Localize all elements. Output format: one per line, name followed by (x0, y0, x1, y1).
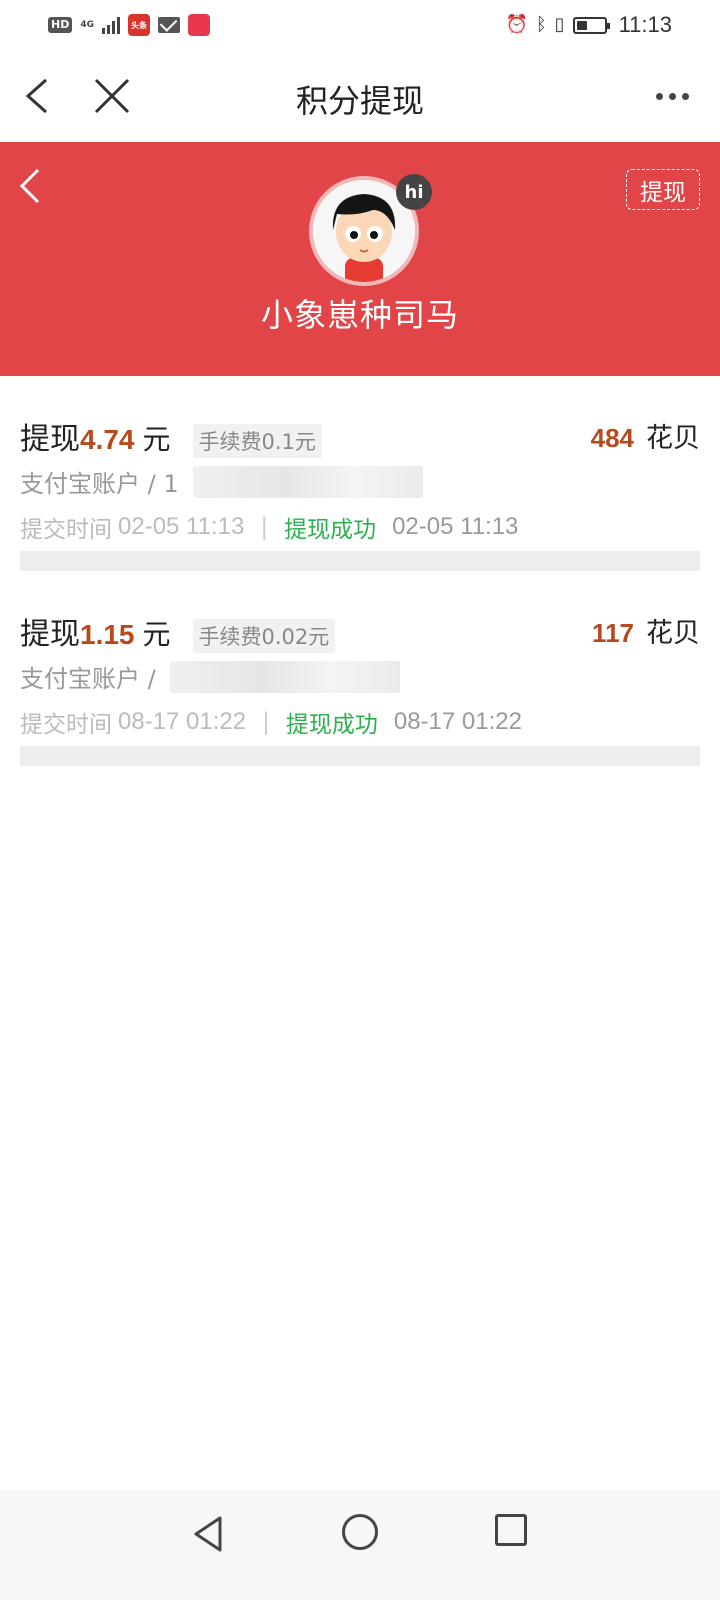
withdraw-record[interactable]: 提现 4.74 元 手续费0.1元 484 花贝 支付宝账户 / 1 提交时间 … (0, 376, 720, 571)
system-recents-button[interactable] (495, 1514, 527, 1546)
record-amount-row: 提现 1.15 元 手续费0.02元 (20, 609, 336, 653)
status-badge: 提现成功 (284, 517, 377, 543)
separator: | (262, 709, 270, 735)
hd-icon: HD (48, 17, 73, 33)
account-label: 支付宝账户 / 1 (20, 470, 179, 498)
record-amount: 1.15 (80, 619, 135, 650)
record-amount: 4.74 (80, 424, 135, 455)
chevron-left-icon (19, 168, 40, 204)
record-time-row: 提交时间 02-05 11:13 | 提现成功 02-05 11:13 (20, 510, 518, 544)
points-unit: 花贝 (646, 423, 700, 454)
record-unit: 元 (142, 423, 171, 456)
news-app-icon: 头条 (128, 14, 150, 36)
profile-header: 提现 hi 小象崽种司马 (0, 142, 720, 376)
page-title: 积分提现 (295, 82, 424, 120)
submit-label: 提交时间 (20, 712, 112, 738)
submit-label: 提交时间 (20, 517, 112, 543)
hi-badge: hi (396, 174, 432, 210)
record-points: 484 花贝 (591, 416, 700, 455)
done-time: 08-17 01:22 (393, 708, 522, 735)
bluetooth-icon: ᛒ (535, 14, 547, 35)
redacted-account-mask (169, 660, 400, 693)
submit-time: 08-17 01:22 (118, 708, 247, 735)
more-dot-icon (681, 92, 689, 100)
record-points: 117 花贝 (592, 611, 700, 650)
points-unit: 花贝 (646, 618, 700, 649)
battery-icon (572, 16, 610, 34)
redacted-account-mask (192, 465, 423, 498)
done-time: 02-05 11:13 (392, 513, 519, 540)
mail-icon (158, 17, 180, 33)
fee-tag: 手续费0.1元 (192, 424, 322, 458)
points-value: 117 (592, 618, 634, 648)
more-button[interactable] (648, 78, 696, 114)
status-bar-right: ⏰ ᛒ ▯ 11:13 (505, 10, 672, 40)
withdraw-record-list: 提现 4.74 元 手续费0.1元 484 花贝 支付宝账户 / 1 提交时间 … (0, 376, 720, 766)
system-back-button[interactable] (188, 1512, 228, 1556)
username: 小象崽种司马 (260, 296, 459, 334)
clock: 11:13 (618, 12, 672, 37)
record-account: 支付宝账户 / 1 (20, 464, 423, 499)
withdraw-record[interactable]: 提现 1.15 元 手续费0.02元 117 花贝 支付宝账户 / 提交时间 0… (0, 571, 720, 766)
more-dot-icon (668, 92, 676, 100)
withdraw-button[interactable]: 提现 (626, 169, 700, 210)
record-label: 提现 (20, 422, 80, 457)
status-bar: HD 4G 头条 ⏰ ᛒ ▯ 11:13 (0, 0, 720, 50)
record-label: 提现 (20, 617, 80, 652)
header-back-button[interactable] (14, 162, 54, 210)
separator: | (260, 514, 269, 540)
alarm-icon: ⏰ (505, 14, 528, 35)
record-unit: 元 (142, 618, 171, 651)
points-value: 484 (590, 423, 634, 453)
app-notification-icon (188, 14, 210, 36)
record-account: 支付宝账户 / (20, 659, 400, 694)
record-time-row: 提交时间 08-17 01:22 | 提现成功 08-17 01:22 (20, 705, 522, 739)
signal-icon (102, 16, 120, 34)
system-home-button[interactable] (342, 1514, 378, 1550)
network-type-icon: 4G (80, 19, 94, 30)
submit-time: 02-05 11:13 (118, 513, 245, 540)
vibrate-icon: ▯ (554, 14, 565, 35)
triangle-back-icon (194, 1516, 222, 1552)
account-label: 支付宝账户 / (20, 665, 156, 693)
divider (20, 551, 700, 571)
system-nav-bar (0, 1490, 720, 1600)
fee-tag: 手续费0.02元 (192, 619, 336, 653)
record-amount-row: 提现 4.74 元 手续费0.1元 (20, 414, 322, 458)
more-dot-icon (655, 92, 663, 100)
status-bar-left: HD 4G 头条 (48, 12, 210, 38)
status-badge: 提现成功 (285, 712, 378, 738)
nav-bar: 积分提现 (0, 50, 720, 142)
divider (20, 746, 700, 766)
